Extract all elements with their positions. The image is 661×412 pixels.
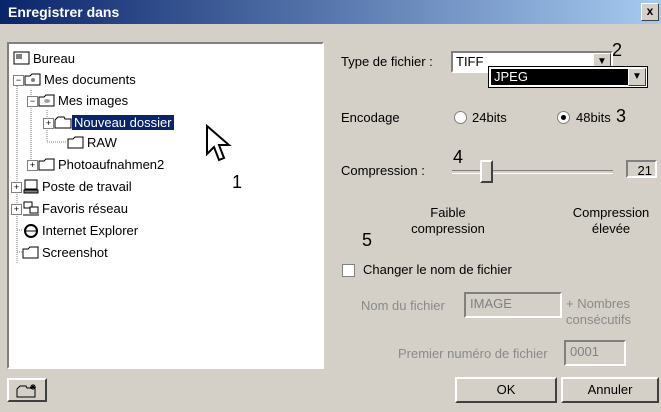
new-folder-icon bbox=[16, 383, 36, 398]
new-folder-button[interactable] bbox=[7, 378, 47, 402]
tree-item-poste-de-travail[interactable]: Poste de travail bbox=[22, 178, 134, 196]
annotation-2: 2 bbox=[612, 40, 623, 60]
chevron-down-icon[interactable]: ▼ bbox=[628, 68, 646, 86]
title-bar: Enregistrer dans x bbox=[0, 0, 661, 24]
folder-icon bbox=[54, 116, 72, 129]
desktop-icon bbox=[13, 51, 30, 65]
consecutive-numbers-label: + Nombres consécutifs bbox=[566, 296, 632, 327]
folder-icon bbox=[67, 136, 84, 149]
radio-24bits[interactable] bbox=[454, 111, 467, 124]
window-title: Enregistrer dans bbox=[8, 4, 120, 20]
tree-item-mes-images[interactable]: Mes images bbox=[38, 92, 130, 110]
radio-48bits-label: 48bits bbox=[576, 110, 611, 125]
documents-folder-icon bbox=[24, 73, 41, 86]
folder-tree[interactable]: Bureau − Mes documents − Mes images + No… bbox=[7, 42, 324, 369]
tree-expander[interactable]: + bbox=[27, 160, 38, 171]
network-icon bbox=[23, 201, 39, 216]
tree-item-bureau[interactable]: Bureau bbox=[13, 50, 77, 68]
compression-label: Compression : bbox=[341, 163, 425, 178]
tree-item-screenshot[interactable]: Screenshot bbox=[22, 244, 110, 262]
annotation-5: 5 bbox=[362, 230, 373, 250]
tree-item-internet-explorer[interactable]: Internet Explorer bbox=[22, 222, 140, 240]
rename-checkbox-label: Changer le nom de fichier bbox=[363, 262, 512, 277]
compression-slider-thumb[interactable] bbox=[480, 160, 493, 183]
tree-item-mes-documents[interactable]: Mes documents bbox=[24, 71, 138, 89]
dropdown-option-jpeg[interactable]: JPEG bbox=[491, 69, 630, 85]
cancel-button[interactable]: Annuler bbox=[561, 377, 659, 403]
file-type-dropdown[interactable]: JPEG ▼ bbox=[488, 66, 648, 88]
computer-icon bbox=[23, 179, 39, 194]
high-compression-label: Compression élevée bbox=[572, 205, 650, 236]
radio-24bits-label: 24bits bbox=[472, 110, 507, 125]
folder-icon bbox=[22, 246, 39, 259]
rename-checkbox[interactable] bbox=[342, 264, 355, 277]
tree-item-favoris-reseau[interactable]: Favoris réseau bbox=[22, 200, 130, 218]
annotation-1: 1 bbox=[232, 172, 243, 192]
filename-label: Nom du fichier bbox=[361, 298, 445, 313]
first-number-label: Premier numéro de fichier bbox=[398, 346, 548, 361]
tree-item-photoaufnahmen2[interactable]: Photoaufnahmen2 bbox=[38, 156, 166, 174]
first-number-field[interactable]: 0001 bbox=[564, 340, 626, 366]
tree-item-raw[interactable]: RAW bbox=[67, 134, 119, 152]
tree-expander[interactable]: + bbox=[43, 118, 54, 129]
file-type-label: Type de fichier : bbox=[341, 54, 433, 69]
folder-icon bbox=[38, 158, 55, 171]
mouse-cursor-icon bbox=[206, 124, 232, 162]
tree-expander[interactable]: + bbox=[11, 204, 22, 215]
tree-item-nouveau-dossier[interactable]: Nouveau dossier bbox=[54, 114, 174, 132]
close-button[interactable]: x bbox=[641, 3, 659, 21]
file-type-value: TIFF bbox=[456, 54, 484, 69]
annotation-3: 3 bbox=[616, 106, 627, 126]
pictures-folder-icon bbox=[38, 94, 55, 107]
tree-expander[interactable]: − bbox=[13, 75, 24, 86]
encoding-label: Encodage bbox=[341, 110, 400, 125]
compression-value[interactable]: 21 bbox=[626, 160, 657, 178]
low-compression-label: Faible compression bbox=[411, 205, 485, 236]
radio-48bits[interactable] bbox=[557, 111, 570, 124]
compression-slider-track[interactable] bbox=[452, 170, 613, 174]
ok-button[interactable]: OK bbox=[455, 377, 557, 403]
tree-expander[interactable]: − bbox=[27, 96, 38, 107]
filename-field[interactable]: IMAGE bbox=[464, 292, 562, 318]
annotation-4: 4 bbox=[453, 147, 464, 167]
ie-icon bbox=[24, 224, 38, 239]
tree-expander[interactable]: + bbox=[11, 182, 22, 193]
